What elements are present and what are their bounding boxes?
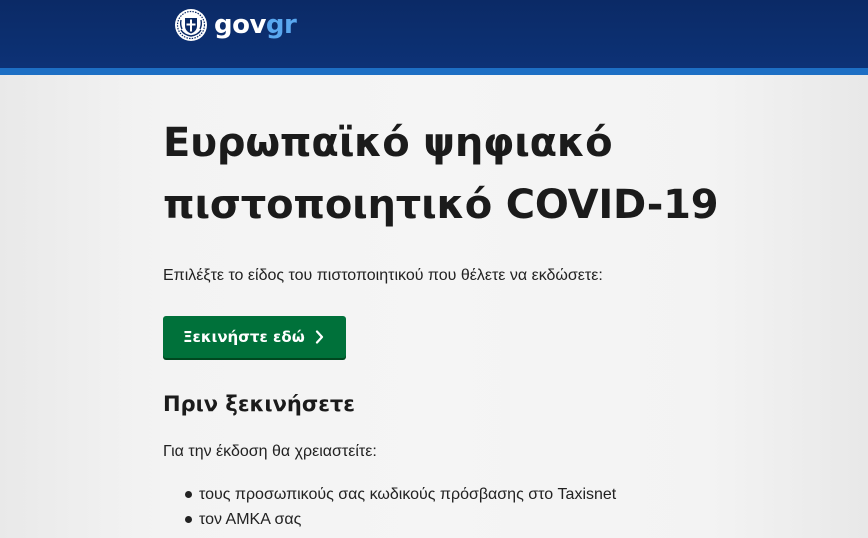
govgr-logo-link[interactable]: govgr [174, 8, 297, 42]
logo-prefix: gov [214, 10, 266, 40]
bullet-icon [185, 491, 192, 498]
list-item: τον ΑΜΚΑ σας [185, 507, 763, 532]
requirement-text: τους προσωπικούς σας κωδικούς πρόσβασης … [199, 486, 617, 503]
main-content: Ευρωπαϊκό ψηφιακό πιστοποιητικό COVID-19… [163, 112, 763, 532]
logo-suffix: gr [265, 10, 297, 40]
page-title-line-1: Ευρωπαϊκό ψηφιακό [163, 120, 613, 166]
intro-text: Επιλέξτε το είδος του πιστοποιητικού που… [163, 267, 603, 284]
header-accent-stripe [0, 68, 868, 75]
logo-wordmark: govgr [214, 8, 297, 42]
bullet-icon [185, 516, 192, 523]
page-title-line-2: πιστοποιητικό COVID-19 [163, 182, 719, 228]
page-title: Ευρωπαϊκό ψηφιακό πιστοποιητικό COVID-19 [163, 112, 763, 236]
start-button[interactable]: Ξεκινήστε εδώ [163, 316, 346, 358]
before-you-start-heading: Πριν ξεκινήσετε [163, 392, 355, 416]
requirements-list: τους προσωπικούς σας κωδικούς πρόσβασης … [163, 482, 763, 532]
site-header: govgr [0, 0, 868, 68]
requirements-intro: Για την έκδοση θα χρειαστείτε: [163, 443, 377, 460]
requirement-text: τον ΑΜΚΑ σας [199, 511, 302, 528]
list-item: τους προσωπικούς σας κωδικούς πρόσβασης … [185, 482, 763, 507]
page: govgr Ευρωπαϊκό ψηφιακό πιστοποιητικό CO… [0, 0, 868, 538]
greek-coat-of-arms-icon [175, 9, 207, 41]
chevron-right-icon [315, 330, 323, 344]
start-button-label: Ξεκινήστε εδώ [183, 328, 305, 346]
